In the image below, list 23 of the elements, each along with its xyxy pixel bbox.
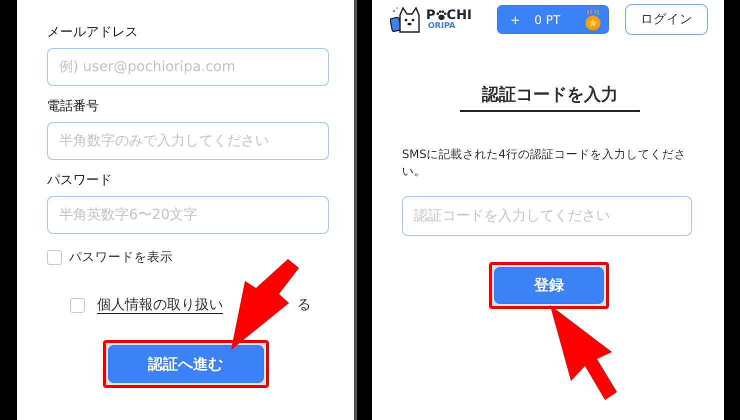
field-label: パスワード [47,172,113,189]
checkbox-label: パスワードを表示 [69,249,173,266]
checkbox[interactable] [47,250,62,265]
field-label: 電話番号 [47,98,100,115]
coin-icon [584,8,601,30]
page-title: 認証コードを入力 [460,83,640,112]
logo-text: CHI [446,9,472,22]
consent-label: る [297,296,311,314]
instruction-text: SMSに記載された4行の認証コードを入力してください。 [402,146,686,180]
proceed-button[interactable]: 認証へ進む [108,345,264,383]
field-label: メールアドレス [47,24,139,41]
logo-text: ORIPA [428,22,456,30]
checkbox[interactable] [70,298,85,312]
points-button[interactable]: + 0 PT [497,5,609,34]
register-button[interactable]: 登録 [494,267,604,304]
logo-text: P [426,9,436,22]
input-field[interactable]: 半角数字のみで入力してください [47,122,329,160]
input-field[interactable]: 半角英数字6〜20文字 [47,196,329,234]
paw-icon [436,10,447,21]
input-field[interactable]: 例) user@pochioripa.com [47,48,329,86]
login-button[interactable]: ログイン [624,4,708,35]
code-input-field[interactable]: 認証コードを入力してください [402,196,692,236]
privacy-link[interactable]: 個人情報の取り扱い [97,296,223,314]
